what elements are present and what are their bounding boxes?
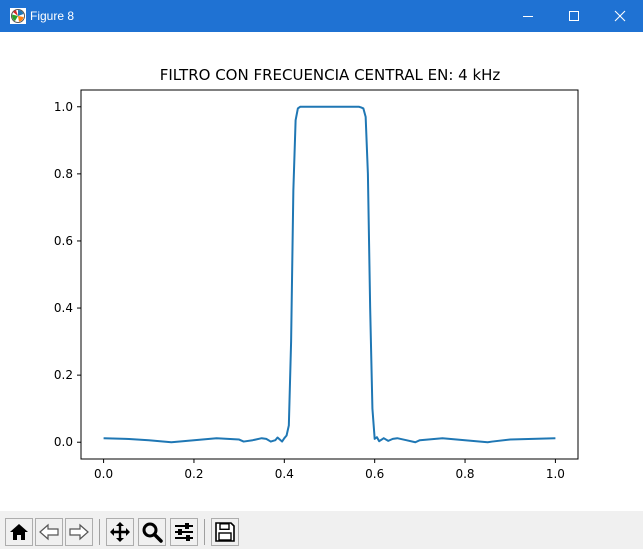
axes-frame xyxy=(80,89,579,460)
maximize-icon xyxy=(569,11,579,21)
save-button[interactable] xyxy=(211,518,239,546)
subplots-config-icon xyxy=(175,523,193,541)
axes: 0.0 0.2 0.4 0.6 0.8 1.0 0.0 0.2 0.4 0.6 0.8 1.0 xyxy=(54,89,579,481)
navigation-toolbar xyxy=(0,511,643,549)
x-tick-label: 0.2 xyxy=(184,467,203,481)
y-tick-label: 0.0 xyxy=(54,435,73,449)
x-tick-label: 0.0 xyxy=(94,467,113,481)
chart-title: FILTRO CON FRECUENCIA CENTRAL EN: 4 kHz xyxy=(160,66,501,84)
chart: FILTRO CON FRECUENCIA CENTRAL EN: 4 kHz … xyxy=(54,66,579,481)
y-tick-label: 0.8 xyxy=(54,167,73,181)
home-button[interactable] xyxy=(5,518,33,546)
x-tick-label: 0.6 xyxy=(365,467,384,481)
maximize-button[interactable] xyxy=(551,0,597,32)
close-button[interactable] xyxy=(597,0,643,32)
minimize-button[interactable] xyxy=(505,0,551,32)
back-button[interactable] xyxy=(35,518,63,546)
home-icon xyxy=(10,524,28,540)
forward-button[interactable] xyxy=(65,518,93,546)
app-icon xyxy=(10,8,26,24)
zoom-button[interactable] xyxy=(138,518,166,546)
back-arrow-icon xyxy=(39,523,59,541)
x-tick-label: 1.0 xyxy=(546,467,565,481)
series-line-0 xyxy=(103,105,556,444)
window-title: Figure 8 xyxy=(30,9,75,23)
y-tick-label: 0.6 xyxy=(54,234,73,248)
toolbar-separator xyxy=(99,519,100,545)
y-tick-label: 0.4 xyxy=(54,301,73,315)
title-bar[interactable]: Figure 8 xyxy=(0,0,643,32)
figure-canvas[interactable]: FILTRO CON FRECUENCIA CENTRAL EN: 4 kHz … xyxy=(0,32,643,511)
x-tick-label: 0.4 xyxy=(275,467,294,481)
save-icon xyxy=(215,522,235,542)
figure-window: Figure 8 FILTRO CON FRECUENCIA CENTRAL E… xyxy=(0,0,643,549)
close-icon xyxy=(614,10,626,22)
toolbar-separator xyxy=(204,519,205,545)
minimize-icon xyxy=(523,16,533,17)
forward-arrow-icon xyxy=(69,523,89,541)
configure-subplots-button[interactable] xyxy=(170,518,198,546)
pan-button[interactable] xyxy=(106,518,134,546)
y-tick-label: 0.2 xyxy=(54,368,73,382)
pan-icon xyxy=(110,522,130,542)
x-tick-label: 0.8 xyxy=(455,467,474,481)
zoom-icon xyxy=(142,522,163,543)
y-tick-label: 1.0 xyxy=(54,100,73,114)
